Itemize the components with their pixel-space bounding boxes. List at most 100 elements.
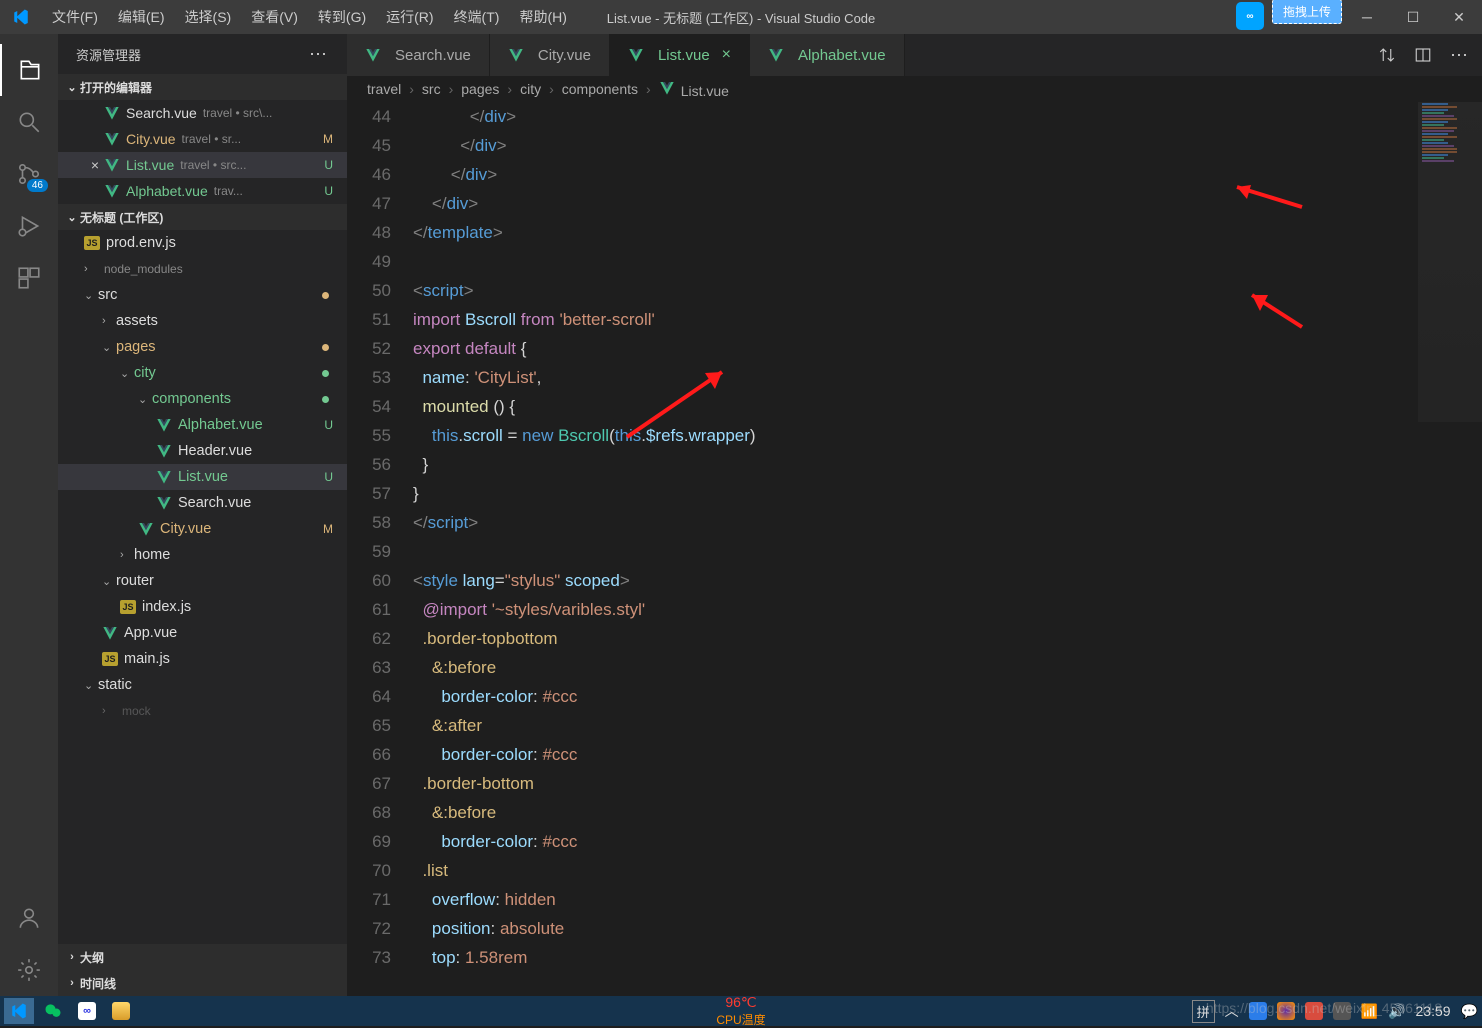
- open-editors-list: Search.vuetravel • src\...City.vuetravel…: [58, 100, 347, 204]
- tree-item-label: Header.vue: [178, 443, 252, 459]
- tray-notifications-icon[interactable]: 💬: [1461, 1003, 1478, 1020]
- breadcrumb-item[interactable]: src: [422, 81, 441, 97]
- file-tree: JSprod.env.js›node_modules⌄src›assets⌄pa…: [58, 230, 347, 944]
- close-icon[interactable]: ×: [86, 157, 104, 173]
- tree-item-prod.env.js[interactable]: JSprod.env.js: [58, 230, 347, 256]
- open-editor-item[interactable]: ×List.vuetravel • src...U: [58, 152, 347, 178]
- open-editors-header[interactable]: ⌄打开的编辑器: [58, 74, 347, 100]
- workspace-header[interactable]: ⌄无标题 (工作区): [58, 204, 347, 230]
- menu-编辑(E)[interactable]: 编辑(E): [108, 7, 175, 27]
- menu-查看(V)[interactable]: 查看(V): [241, 7, 308, 27]
- menu-帮助(H)[interactable]: 帮助(H): [509, 7, 576, 27]
- tree-item-home[interactable]: ›home: [58, 542, 347, 568]
- split-editor-icon[interactable]: [1414, 46, 1432, 64]
- tree-item-App.vue[interactable]: App.vue: [58, 620, 347, 646]
- git-status: M: [323, 522, 333, 536]
- activity-bar: 46: [0, 34, 58, 996]
- extensions-activity-icon[interactable]: [0, 252, 58, 304]
- explorer-activity-icon[interactable]: [0, 44, 58, 96]
- menu-选择(S)[interactable]: 选择(S): [175, 7, 242, 27]
- breadcrumb[interactable]: travel›src›pages›city›components›List.vu…: [347, 76, 1482, 102]
- js-file-icon: JS: [102, 652, 118, 666]
- tree-item-main.js[interactable]: JSmain.js: [58, 646, 347, 672]
- tree-item-Header.vue[interactable]: Header.vue: [58, 438, 347, 464]
- account-activity-icon[interactable]: [0, 892, 58, 944]
- titlebar: 文件(F)编辑(E)选择(S)查看(V)转到(G)运行(R)终端(T)帮助(H)…: [0, 0, 1482, 34]
- tree-item-City.vue[interactable]: City.vue M: [58, 516, 347, 542]
- debug-activity-icon[interactable]: [0, 200, 58, 252]
- windows-taskbar: ∞ 96℃ CPU温度 拼 ︿ 📶 🔊 23:59 💬 https://blog…: [0, 996, 1482, 1026]
- scm-badge: 46: [27, 179, 48, 192]
- section-label: 大纲: [80, 949, 104, 966]
- tree-item-label: prod.env.js: [106, 235, 176, 251]
- tree-item-router[interactable]: ⌄router: [58, 568, 347, 594]
- tab-Alphabet.vue[interactable]: Alphabet.vue: [750, 34, 905, 76]
- minimap[interactable]: [1418, 102, 1482, 422]
- breadcrumb-item[interactable]: components: [562, 81, 638, 97]
- code-content[interactable]: </div> </div> </div> </div></template> <…: [413, 102, 1482, 996]
- taskbar-baidu-icon[interactable]: ∞: [72, 998, 102, 1024]
- breadcrumb-item[interactable]: pages: [461, 81, 499, 97]
- taskbar-vscode-icon[interactable]: [4, 998, 34, 1024]
- compare-icon[interactable]: [1378, 46, 1396, 64]
- tree-item-src[interactable]: ⌄src: [58, 282, 347, 308]
- tree-item-mock[interactable]: › mock: [58, 698, 347, 724]
- editor-path: travel • src\...: [203, 106, 273, 120]
- minimize-button[interactable]: ─: [1344, 0, 1390, 34]
- tree-item-static[interactable]: ⌄static: [58, 672, 347, 698]
- tree-item-List.vue[interactable]: List.vueU: [58, 464, 347, 490]
- taskbar-wechat-icon[interactable]: [38, 998, 68, 1024]
- tree-item-pages[interactable]: ⌄pages: [58, 334, 347, 360]
- tree-item-label: mock: [122, 704, 151, 718]
- search-activity-icon[interactable]: [0, 96, 58, 148]
- tree-item-label: home: [134, 547, 170, 563]
- tree-item-node_modules[interactable]: ›node_modules: [58, 256, 347, 282]
- tree-item-Search.vue[interactable]: Search.vue: [58, 490, 347, 516]
- tree-item-label: src: [98, 287, 117, 303]
- section-大纲[interactable]: ›大纲: [58, 944, 347, 970]
- tab-label: City.vue: [538, 47, 591, 64]
- upload-badge[interactable]: 拖拽上传: [1272, 0, 1342, 24]
- tree-item-Alphabet.vue[interactable]: Alphabet.vueU: [58, 412, 347, 438]
- git-dot: [322, 344, 329, 351]
- open-editor-item[interactable]: Search.vuetravel • src\...: [58, 100, 347, 126]
- chevron-icon: ⌄: [84, 289, 98, 302]
- window-title: List.vue - 无标题 (工作区) - Visual Studio Cod…: [607, 8, 876, 27]
- menu-bar: 文件(F)编辑(E)选择(S)查看(V)转到(G)运行(R)终端(T)帮助(H): [42, 7, 577, 27]
- sidebar-header: 资源管理器 ⋯: [58, 34, 347, 74]
- breadcrumb-sep: ›: [409, 81, 414, 97]
- breadcrumb-item[interactable]: travel: [367, 81, 401, 97]
- menu-文件(F)[interactable]: 文件(F): [42, 7, 108, 27]
- code-editor[interactable]: 4445464748495051525354555657585960616263…: [347, 102, 1482, 996]
- scm-activity-icon[interactable]: 46: [0, 148, 58, 200]
- menu-运行(R)[interactable]: 运行(R): [376, 7, 443, 27]
- settings-activity-icon[interactable]: [0, 944, 58, 996]
- tree-item-label: static: [98, 677, 132, 693]
- open-editor-item[interactable]: Alphabet.vuetrav...U: [58, 178, 347, 204]
- tree-item-city[interactable]: ⌄city: [58, 360, 347, 386]
- tab-Search.vue[interactable]: Search.vue: [347, 34, 490, 76]
- section-时间线[interactable]: ›时间线: [58, 970, 347, 996]
- git-dot: [322, 370, 329, 377]
- tab-City.vue[interactable]: City.vue: [490, 34, 610, 76]
- tree-item-assets[interactable]: ›assets: [58, 308, 347, 334]
- editor-filename: City.vue: [126, 131, 176, 147]
- tree-item-components[interactable]: ⌄components: [58, 386, 347, 412]
- tab-more-icon[interactable]: ⋯: [1450, 45, 1468, 66]
- tree-item-index.js[interactable]: JSindex.js: [58, 594, 347, 620]
- breadcrumb-item[interactable]: List.vue: [659, 80, 729, 99]
- tree-item-label: City.vue: [160, 521, 211, 537]
- tab-List.vue[interactable]: List.vue×: [610, 34, 750, 76]
- open-editor-item[interactable]: City.vuetravel • sr...M: [58, 126, 347, 152]
- breadcrumb-item[interactable]: city: [520, 81, 541, 97]
- maximize-button[interactable]: ☐: [1390, 0, 1436, 34]
- close-icon[interactable]: ×: [722, 46, 731, 64]
- tab-label: Search.vue: [395, 47, 471, 64]
- cloud-sync-icon[interactable]: ∞: [1236, 2, 1264, 30]
- taskbar-explorer-icon[interactable]: [106, 998, 136, 1024]
- close-button[interactable]: ✕: [1436, 0, 1482, 34]
- chevron-icon: ›: [102, 705, 116, 717]
- menu-终端(T)[interactable]: 终端(T): [444, 7, 510, 27]
- sidebar-more-icon[interactable]: ⋯: [309, 44, 329, 65]
- menu-转到(G)[interactable]: 转到(G): [308, 7, 376, 27]
